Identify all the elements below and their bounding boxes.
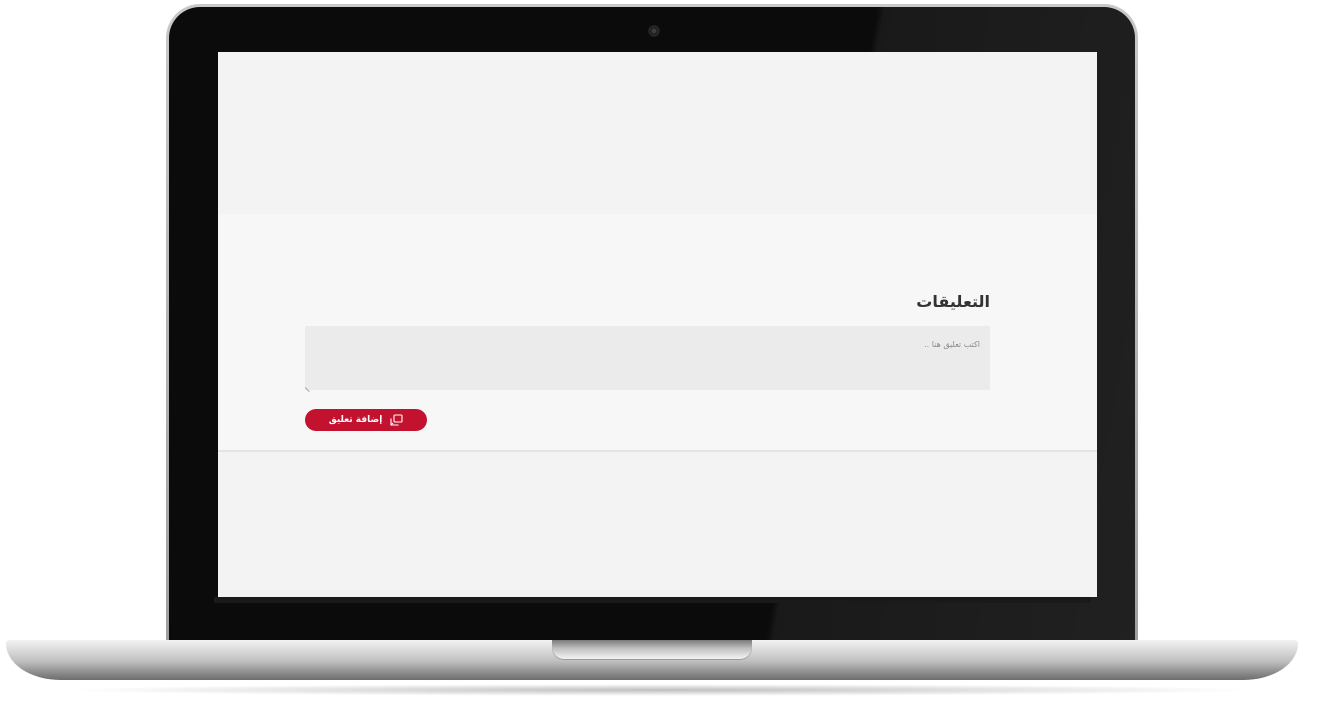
laptop-mockup: التعليقات إضافة تعليق [0,0,1318,708]
screen: التعليقات إضافة تعليق [218,52,1097,597]
comments-title: التعليقات [916,292,990,311]
add-comment-button-label: إضافة تعليق [328,415,383,425]
add-comment-button[interactable]: إضافة تعليق [305,409,427,431]
comment-add-icon [390,413,403,427]
comment-input[interactable] [305,326,990,390]
laptop-opening-notch [552,640,752,660]
comments-section: التعليقات إضافة تعليق [218,214,1097,452]
webcam-icon [648,25,660,37]
screen-chin [214,597,1091,603]
page-footer-area [218,452,1097,597]
page-header-area [218,52,1097,214]
laptop-shadow [60,684,1260,696]
